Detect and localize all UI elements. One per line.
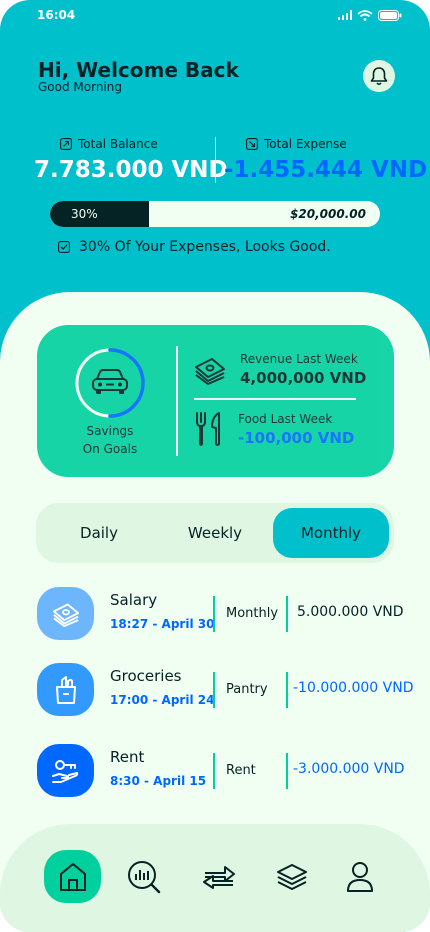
profile-icon <box>346 861 373 892</box>
transaction-title: Groceries <box>110 667 182 685</box>
nav-transactions[interactable] <box>190 850 247 903</box>
status-icons <box>338 9 402 21</box>
transaction-row-salary[interactable]: Salary 18:27 - April 30 Monthly 5.000.00… <box>37 587 417 641</box>
layers-icon <box>276 863 307 890</box>
total-expense-value: -1.455.444 VND <box>224 157 428 183</box>
progress-percent: 30% <box>71 207 98 221</box>
transaction-time: 18:27 - April 30 <box>110 617 215 631</box>
savings-goal-card[interactable]: Savings On Goals Revenue Last Week 4,000… <box>37 325 394 477</box>
revenue-last-week: Revenue Last Week 4,000,000 VND <box>194 352 366 387</box>
battery-icon <box>378 9 402 21</box>
expense-note-text: 30% Of Your Expenses, Looks Good. <box>79 239 331 255</box>
transaction-divider <box>213 596 215 632</box>
tab-daily[interactable]: Daily <box>41 508 157 558</box>
money-stack-icon <box>52 603 79 627</box>
transaction-time: 17:00 - April 24 <box>110 693 215 707</box>
fork-knife-icon <box>196 412 220 446</box>
progress-fill: 30% <box>50 201 149 227</box>
analysis-icon <box>127 860 160 893</box>
transaction-icon-tile <box>37 587 94 640</box>
transaction-icon-tile <box>37 663 94 716</box>
expense-progress-bar: 30% $20,000.00 <box>50 201 380 227</box>
bottom-navigation <box>0 824 430 932</box>
total-expense: Total Expense -1.455.444 VND <box>224 137 427 183</box>
total-balance-value: 7.783.000 VND <box>34 157 228 183</box>
total-expense-label: Total Expense <box>264 137 347 151</box>
nav-categories[interactable] <box>263 850 320 903</box>
transaction-amount: -3.000.000 VND <box>293 761 405 777</box>
transaction-divider <box>286 753 288 789</box>
transaction-divider <box>213 753 215 789</box>
status-time: 16:04 <box>37 8 76 22</box>
checkbox-icon <box>58 241 70 253</box>
grocery-bag-icon <box>55 675 76 704</box>
tab-monthly[interactable]: Monthly <box>273 508 389 558</box>
transaction-row-rent[interactable]: Rent 8:30 - April 15 Rent -3.000.000 VND <box>37 744 417 798</box>
transaction-time: 8:30 - April 15 <box>110 774 207 788</box>
savings-goal-label: Savings On Goals <box>82 424 138 456</box>
balance-divider <box>215 137 216 183</box>
page-title: Hi, Welcome Back <box>38 58 239 82</box>
transaction-category: Pantry <box>226 682 268 697</box>
progress-target: $20,000.00 <box>290 207 366 221</box>
period-tabs: Daily Weekly Monthly <box>36 503 394 563</box>
transaction-amount: -10.000.000 VND <box>293 680 414 696</box>
transaction-title: Rent <box>110 748 145 766</box>
transaction-divider <box>286 596 288 632</box>
home-icon <box>59 862 86 891</box>
nav-home[interactable] <box>44 850 101 903</box>
goal-horizontal-divider <box>194 398 356 400</box>
total-balance: Total Balance 7.783.000 VND <box>34 137 228 183</box>
key-hand-icon <box>51 759 78 783</box>
nav-analysis[interactable] <box>115 850 172 903</box>
nav-profile[interactable] <box>331 850 388 903</box>
tab-weekly[interactable]: Weekly <box>157 508 273 558</box>
transaction-amount: 5.000.000 VND <box>297 604 404 620</box>
transaction-category: Monthly <box>226 606 279 621</box>
greeting-subtitle: Good Morning <box>38 80 122 94</box>
notification-button[interactable] <box>363 60 395 92</box>
bell-icon <box>370 67 388 86</box>
goal-vertical-divider <box>176 346 178 456</box>
expense-note: 30% Of Your Expenses, Looks Good. <box>58 239 331 255</box>
transaction-icon-tile <box>37 744 94 797</box>
transaction-divider <box>286 672 288 708</box>
wifi-icon <box>357 9 373 21</box>
car-icon <box>92 369 128 394</box>
transfer-icon <box>202 865 235 889</box>
transaction-divider <box>213 672 215 708</box>
savings-progress-ring <box>75 348 145 418</box>
status-bar: 16:04 <box>0 0 430 30</box>
transaction-row-groceries[interactable]: Groceries 17:00 - April 24 Pantry -10.00… <box>37 663 417 717</box>
arrow-down-right-icon <box>246 138 258 150</box>
money-stack-icon <box>195 357 225 385</box>
transaction-title: Salary <box>110 591 158 609</box>
food-value: -100,000 VND <box>238 428 355 447</box>
transaction-category: Rent <box>226 763 256 778</box>
revenue-label: Revenue Last Week <box>240 352 358 366</box>
food-label: Food Last Week <box>238 411 333 426</box>
signal-icon <box>338 10 352 20</box>
total-balance-label: Total Balance <box>78 137 158 151</box>
food-last-week: Food Last Week -100,000 VND <box>194 411 354 447</box>
arrow-up-right-icon <box>60 138 72 150</box>
revenue-value: 4,000,000 VND <box>240 369 367 387</box>
phone-screen: 16:04 Hi, Welcome Back Good Morning Tota… <box>0 0 430 932</box>
